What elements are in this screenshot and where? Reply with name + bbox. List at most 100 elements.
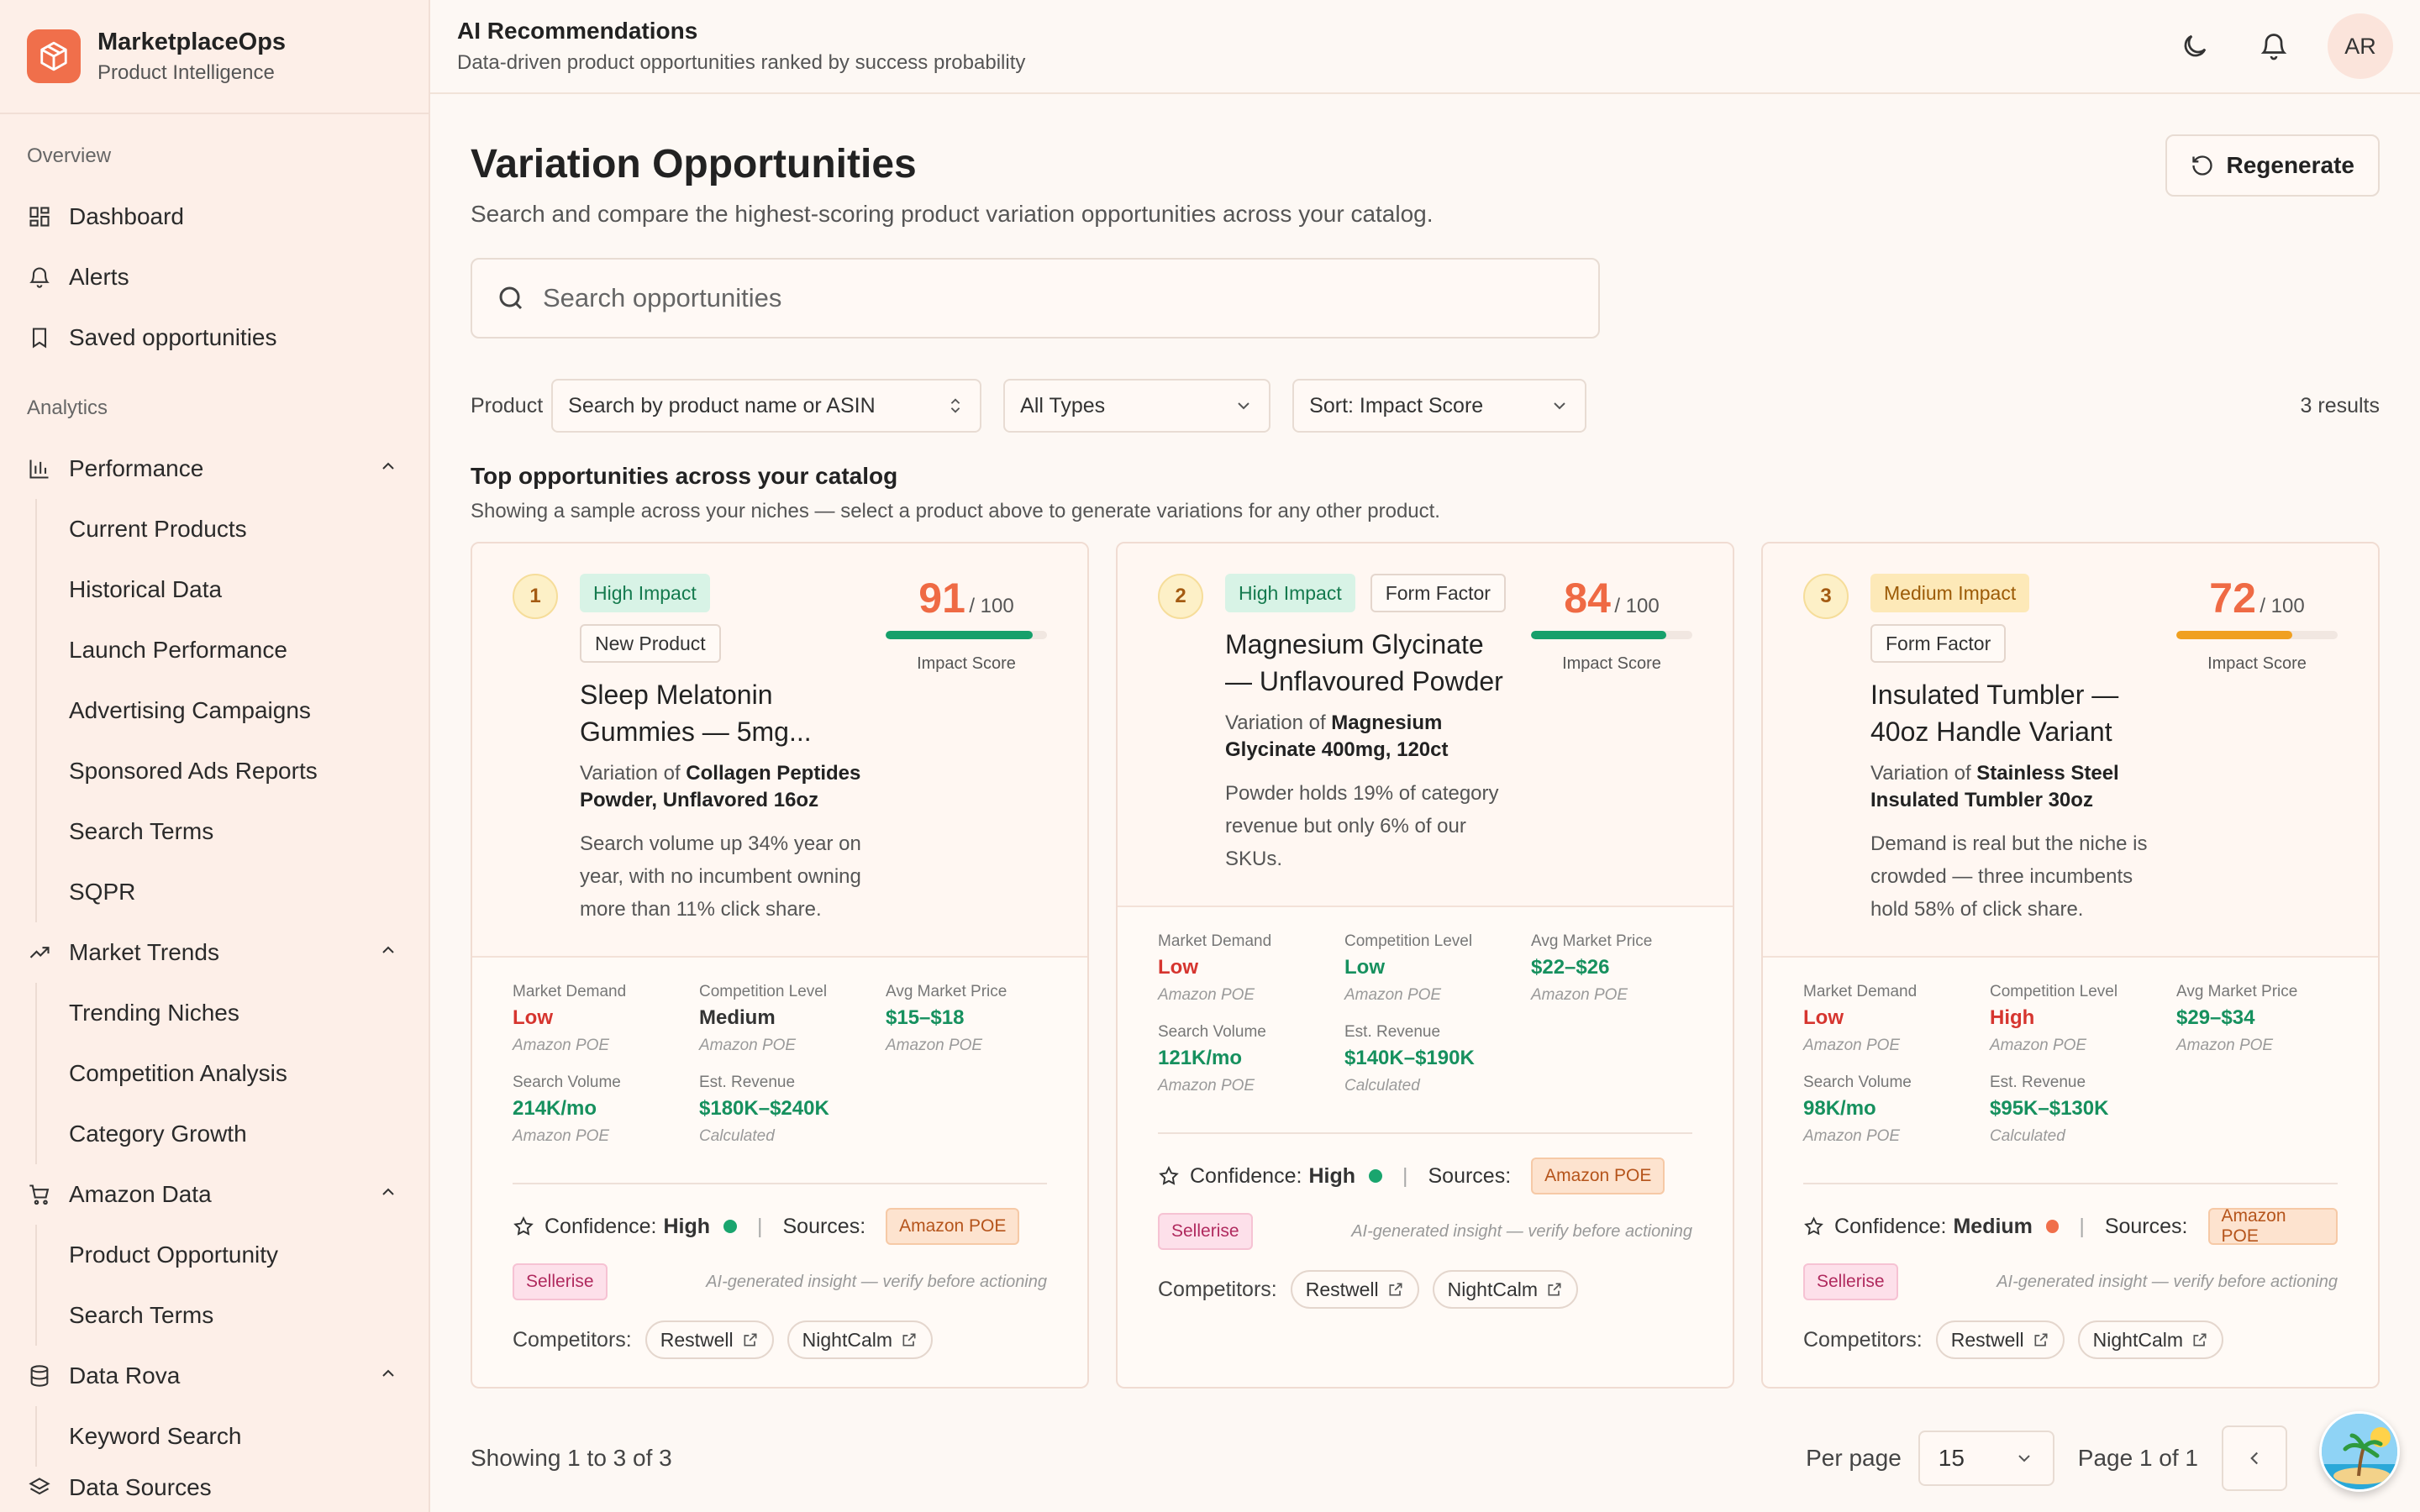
score-bar-fill [886,631,1033,639]
ai-disclaimer: AI-generated insight — verify before act… [1996,1272,2338,1291]
source-row: Sellerise AI-generated insight — verify … [1763,1245,2378,1300]
sidebar-item-search-terms[interactable]: Search Terms [69,1285,429,1346]
competitor-chip[interactable]: Restwell [1935,1320,2065,1359]
competitor-chip[interactable]: NightCalm [1432,1270,1579,1309]
sidebar-group-amazon-data[interactable]: Amazon Data [0,1164,429,1225]
confidence-label: Confidence: [544,1214,657,1238]
metric-search-volume: Search Volume 214K/mo Amazon POE [513,1074,699,1146]
metric-search-volume: Search Volume 98K/mo Amazon POE [1803,1074,1990,1146]
chevron-up-icon[interactable] [378,1362,398,1389]
score-bar [2176,631,2338,639]
competitor-name: NightCalm [802,1328,893,1351]
confidence-dot [723,1220,737,1233]
bar-chart-icon [27,456,52,481]
sidebar-item-alerts[interactable]: Alerts [0,247,429,307]
moon-icon[interactable] [2170,21,2220,71]
competitor-chip[interactable]: NightCalm [786,1320,934,1359]
confidence-row: Confidence: Medium | Sources: Amazon POE [1763,1184,2378,1246]
sidebar-group-label: Data Sources [69,1474,212,1500]
metric-label: Market Demand [1803,983,1918,1000]
metric-label: Avg Market Price [2176,983,2298,1000]
per-page-select[interactable]: 15 [1918,1431,2054,1486]
metric-value: 98K/mo [1803,1097,1876,1120]
score-label: Impact Score [917,654,1016,673]
impact-badge: Form Factor [1370,574,1506,612]
source-row: Sellerise AI-generated insight — verify … [1118,1194,1733,1250]
impact-badge: High Impact [1225,574,1355,612]
sources-label: Sources: [782,1214,866,1238]
metric-market-demand: Market Demand Low Amazon POE [1803,983,1990,1055]
confidence-value: Medium [1953,1214,2033,1238]
sidebar-item-category-growth[interactable]: Category Growth [69,1104,429,1164]
metric-search-volume: Search Volume 121K/mo Amazon POE [1158,1023,1344,1095]
rank-badge: 3 [1803,574,1849,619]
sidebar-item-search-terms[interactable]: Search Terms [69,801,429,862]
metric-label: Est. Revenue [1344,1023,1441,1041]
sidebar-item-dashboard[interactable]: Dashboard [0,186,429,247]
nav-section-analytics: Analytics [27,396,108,419]
score-label: Impact Score [1562,654,1661,673]
metric-market-demand: Market Demand Low Amazon POE [513,983,699,1055]
score-value: 84 [1564,575,1611,622]
variation-label: Variation of [1225,711,1326,734]
metric-source: Calculated [1990,1127,2065,1145]
bell-icon[interactable] [2249,21,2299,71]
opportunity-card[interactable]: 2 84 / 100 Impact Score High Impact Form … [1116,542,1734,1389]
confidence-dot [1368,1169,1382,1183]
sidebar-group-market-trends[interactable]: Market Trends [0,922,429,983]
sidebar-group-data-sources[interactable]: Data Sources [0,1467,429,1509]
metric-value: $95K–$130K [1990,1097,2109,1120]
sidebar-item-saved[interactable]: Saved opportunities [0,307,429,368]
refresh-icon [2192,155,2213,176]
badge-row: High Impact Form Factor [1225,574,1511,612]
results-count: 3 results [2300,393,2380,417]
competitor-chip[interactable]: Restwell [1290,1270,1419,1309]
opportunity-card[interactable]: 1 91 / 100 Impact Score High Impact New P… [471,542,1089,1389]
metric-value: $140K–$190K [1344,1047,1475,1069]
sidebar-item-current-products[interactable]: Current Products [69,499,429,559]
opportunity-card[interactable]: 3 72 / 100 Impact Score Medium Impact For… [1761,542,2380,1389]
opportunity-description: Search volume up 34% year on year, with … [580,832,861,921]
prev-page-button[interactable] [2222,1425,2287,1491]
metric-value: Low [1803,1006,1844,1029]
sidebar-group-label: Performance [69,455,204,481]
sidebar-group-data-rova[interactable]: Data Rova [0,1346,429,1406]
avatar[interactable]: AR [2328,13,2393,79]
metric-source: Amazon POE [1803,1037,1901,1054]
score-bar [1531,631,1692,639]
metric-label: Avg Market Price [886,983,1007,1000]
metrics: Market Demand Low Amazon POE Competition… [1118,907,1733,1095]
metric-label: Est. Revenue [699,1074,796,1091]
assistant-avatar-button[interactable] [2319,1411,2400,1492]
competitor-chip[interactable]: Restwell [644,1320,774,1359]
chevron-up-icon[interactable] [378,455,398,482]
sidebar-item-keyword-search[interactable]: Keyword Search [69,1406,429,1467]
metric-source: Amazon POE [1158,986,1255,1004]
competitor-name: NightCalm [2092,1328,2184,1351]
sidebar-item-historical-data[interactable]: Historical Data [69,559,429,620]
metric-source: Amazon POE [1344,986,1442,1004]
confidence-row: Confidence: High | Sources: Amazon POE [472,1184,1087,1245]
per-page-value: 15 [1938,1445,1965,1471]
sidebar-item-advertising-campaigns[interactable]: Advertising Campaigns [69,680,429,741]
impact-badge: Medium Impact [1870,574,2030,612]
sidebar-item-product-opportunity[interactable]: Product Opportunity [69,1225,429,1285]
sidebar-item-competition-analysis[interactable]: Competition Analysis [69,1043,429,1104]
variation-of: Variation of Collagen Peptides Powder, U… [580,760,865,814]
product-select[interactable]: Search by product name or ASIN [551,379,982,433]
sidebar-group-performance[interactable]: Performance [0,438,429,499]
sidebar-item-trending-niches[interactable]: Trending Niches [69,983,429,1043]
chevron-up-icon[interactable] [378,1181,398,1208]
search-input[interactable] [543,283,1551,313]
page-title: Variation Opportunities [471,142,917,186]
sidebar-item-sponsored-ads-reports[interactable]: Sponsored Ads Reports [69,741,429,801]
sidebar-item-launch-performance[interactable]: Launch Performance [69,620,429,680]
metric-label: Search Volume [513,1074,621,1091]
chevron-up-icon[interactable] [378,939,398,966]
sidebar-item-sqpr[interactable]: SQPR [69,862,429,922]
regenerate-button[interactable]: Regenerate [2165,134,2380,197]
competitors-label: Competitors: [1803,1327,1923,1352]
competitor-chip[interactable]: NightCalm [2077,1320,2224,1359]
type-select[interactable]: All Types [1003,379,1271,433]
sort-select[interactable]: Sort: Impact Score [1292,379,1587,433]
